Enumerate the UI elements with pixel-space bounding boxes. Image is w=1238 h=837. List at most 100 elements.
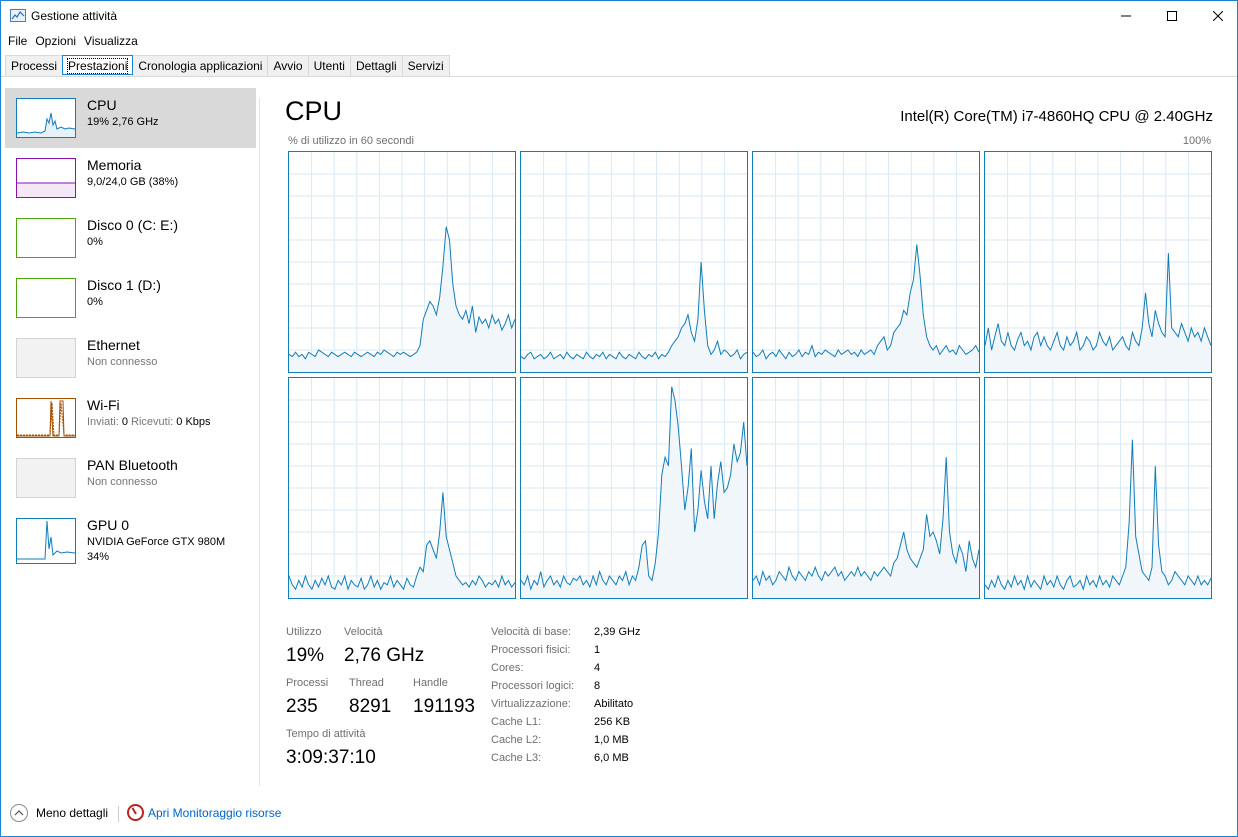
sidebar-item-wifi[interactable]: Wi-Fi Inviati: 0 Ricevuti: 0 Kbps bbox=[5, 388, 256, 448]
logical-processor-graph bbox=[984, 151, 1212, 373]
velocita-label: Velocità bbox=[344, 626, 383, 638]
tab-strip: Processi Prestazioni Cronologia applicaz… bbox=[5, 55, 450, 76]
tempo-value: 3:09:37:10 bbox=[286, 747, 376, 768]
maximize-button[interactable] bbox=[1149, 1, 1195, 31]
logical-processor-graph bbox=[752, 377, 980, 599]
less-details-button[interactable]: Meno dettagli bbox=[36, 806, 108, 820]
sidebar-item-pan-bluetooth[interactable]: PAN Bluetooth Non connesso bbox=[5, 448, 256, 508]
menu-file[interactable]: File bbox=[4, 32, 31, 52]
tab-label: Prestazioni bbox=[67, 58, 129, 74]
sidebar-item-title: GPU 0 bbox=[87, 517, 130, 533]
close-button[interactable] bbox=[1195, 1, 1238, 31]
cpu-thumbnail-graph bbox=[16, 98, 76, 138]
cpu-mini-graph bbox=[17, 112, 75, 137]
sidebar-item-title: Disco 0 (C: E:) bbox=[87, 217, 179, 233]
task-manager-window: Gestione attività File Opzioni Visualizz… bbox=[0, 0, 1238, 837]
sidebar-item-ethernet[interactable]: Ethernet Non connesso bbox=[5, 328, 256, 388]
sidebar-item-subtitle-2: 34% bbox=[87, 551, 110, 563]
cpu-usage-chart bbox=[521, 152, 747, 372]
sidebar-item-title: CPU bbox=[87, 97, 117, 113]
spec-label: Velocità di base: bbox=[491, 626, 572, 638]
resource-sidebar: CPU 19% 2,76 GHz Memoria 9,0/24,0 GB (38… bbox=[5, 88, 257, 788]
sidebar-item-title: Memoria bbox=[87, 157, 142, 173]
page-title: CPU bbox=[285, 96, 343, 126]
sidebar-item-subtitle: 0% bbox=[87, 296, 103, 308]
thread-value: 8291 bbox=[349, 696, 392, 717]
ethernet-thumbnail-graph bbox=[16, 338, 76, 378]
wifi-sent-value: 0 bbox=[121, 416, 128, 428]
logical-processor-graph bbox=[288, 377, 516, 599]
gpu-mini-graph bbox=[17, 520, 75, 560]
cpu-usage-chart bbox=[289, 378, 515, 598]
sidebar-item-subtitle: 19% 2,76 GHz bbox=[87, 116, 159, 128]
sidebar-item-disco-0[interactable]: Disco 0 (C: E:) 0% bbox=[5, 208, 256, 268]
sidebar-item-gpu-0[interactable]: GPU 0 NVIDIA GeForce GTX 980M 34% bbox=[5, 508, 256, 568]
tab-dettagli[interactable]: Dettagli bbox=[349, 55, 403, 76]
tab-avvio[interactable]: Avvio bbox=[267, 55, 309, 76]
graph-max-label: 100% bbox=[1182, 135, 1211, 147]
memory-mini-graph bbox=[17, 182, 75, 197]
spec-label: Processori fisici: bbox=[491, 644, 571, 656]
logical-processor-graph bbox=[520, 151, 748, 373]
menu-opzioni[interactable]: Opzioni bbox=[31, 32, 80, 52]
task-manager-app-icon bbox=[10, 9, 26, 22]
minimize-button[interactable] bbox=[1103, 1, 1149, 31]
tab-divider bbox=[1, 76, 1237, 77]
spec-label: Cache L1: bbox=[491, 716, 542, 728]
chevron-up-icon[interactable] bbox=[10, 804, 28, 822]
memory-thumbnail-graph bbox=[16, 158, 76, 198]
processi-label: Processi bbox=[286, 677, 329, 689]
handle-label: Handle bbox=[413, 677, 448, 689]
sidebar-separator bbox=[259, 98, 260, 786]
spec-label: Cache L2: bbox=[491, 734, 542, 746]
open-resource-monitor-link[interactable]: Apri Monitoraggio risorse bbox=[148, 806, 281, 820]
chevron-up-glyph bbox=[14, 810, 24, 816]
tab-processi[interactable]: Processi bbox=[5, 55, 64, 76]
logical-processor-graph bbox=[520, 377, 748, 599]
sidebar-item-disco-1[interactable]: Disco 1 (D:) 0% bbox=[5, 268, 256, 328]
sidebar-item-memoria[interactable]: Memoria 9,0/24,0 GB (38%) bbox=[5, 148, 256, 208]
footer-bar: Meno dettagli Apri Monitoraggio risorse bbox=[1, 798, 1237, 828]
sidebar-item-cpu[interactable]: CPU 19% 2,76 GHz bbox=[5, 88, 256, 148]
sidebar-item-subtitle: 9,0/24,0 GB (38%) bbox=[87, 176, 179, 188]
resource-monitor-icon bbox=[127, 804, 144, 821]
wifi-received-label: Ricevuti: bbox=[131, 416, 174, 428]
wifi-received-value: 0 Kbps bbox=[176, 416, 211, 428]
tab-label: Dettagli bbox=[355, 59, 397, 73]
logical-processor-graph bbox=[288, 151, 516, 373]
tab-prestazioni[interactable]: Prestazioni bbox=[62, 55, 134, 75]
spec-label: Cores: bbox=[491, 662, 524, 674]
thread-label: Thread bbox=[349, 677, 384, 689]
cpu-usage-chart bbox=[985, 152, 1211, 372]
window-title: Gestione attività bbox=[31, 9, 118, 23]
tab-label: Cronologia applicazioni bbox=[138, 59, 263, 73]
disk-1-thumbnail-graph bbox=[16, 278, 76, 318]
sidebar-item-title: Ethernet bbox=[87, 337, 140, 353]
cpu-usage-chart bbox=[753, 152, 979, 372]
logical-processor-graphs bbox=[288, 151, 1212, 599]
sidebar-item-subtitle: Inviati: 0 Ricevuti: 0 Kbps bbox=[87, 416, 211, 428]
spec-label: Virtualizzazione: bbox=[491, 698, 571, 710]
tab-utenti[interactable]: Utenti bbox=[307, 55, 351, 76]
cpu-usage-chart bbox=[985, 378, 1211, 598]
spec-value: Abilitato bbox=[594, 698, 634, 710]
maximize-icon bbox=[1167, 11, 1177, 21]
sidebar-item-subtitle: 0% bbox=[87, 236, 103, 248]
spec-value: 4 bbox=[594, 662, 601, 674]
wifi-thumbnail-graph bbox=[16, 398, 76, 438]
tempo-label: Tempo di attività bbox=[286, 728, 366, 740]
sidebar-item-subtitle: Non connesso bbox=[87, 356, 158, 368]
sidebar-item-title: PAN Bluetooth bbox=[87, 457, 178, 473]
tab-cronologia-applicazioni[interactable]: Cronologia applicazioni bbox=[132, 55, 269, 76]
cpu-model-name: Intel(R) Core(TM) i7-4860HQ CPU @ 2.40GH… bbox=[900, 108, 1213, 125]
close-icon bbox=[1213, 11, 1223, 21]
spec-value: 2,39 GHz bbox=[594, 626, 641, 638]
menu-visualizza[interactable]: Visualizza bbox=[80, 32, 142, 52]
wifi-sent-label: Inviati: bbox=[87, 416, 119, 428]
utilizzo-value: 19% bbox=[286, 645, 325, 666]
tab-servizi[interactable]: Servizi bbox=[401, 55, 450, 76]
title-bar: Gestione attività bbox=[1, 1, 1237, 31]
processi-value: 235 bbox=[286, 696, 318, 717]
sidebar-item-title: Wi-Fi bbox=[87, 397, 120, 413]
sidebar-item-title: Disco 1 (D:) bbox=[87, 277, 161, 293]
